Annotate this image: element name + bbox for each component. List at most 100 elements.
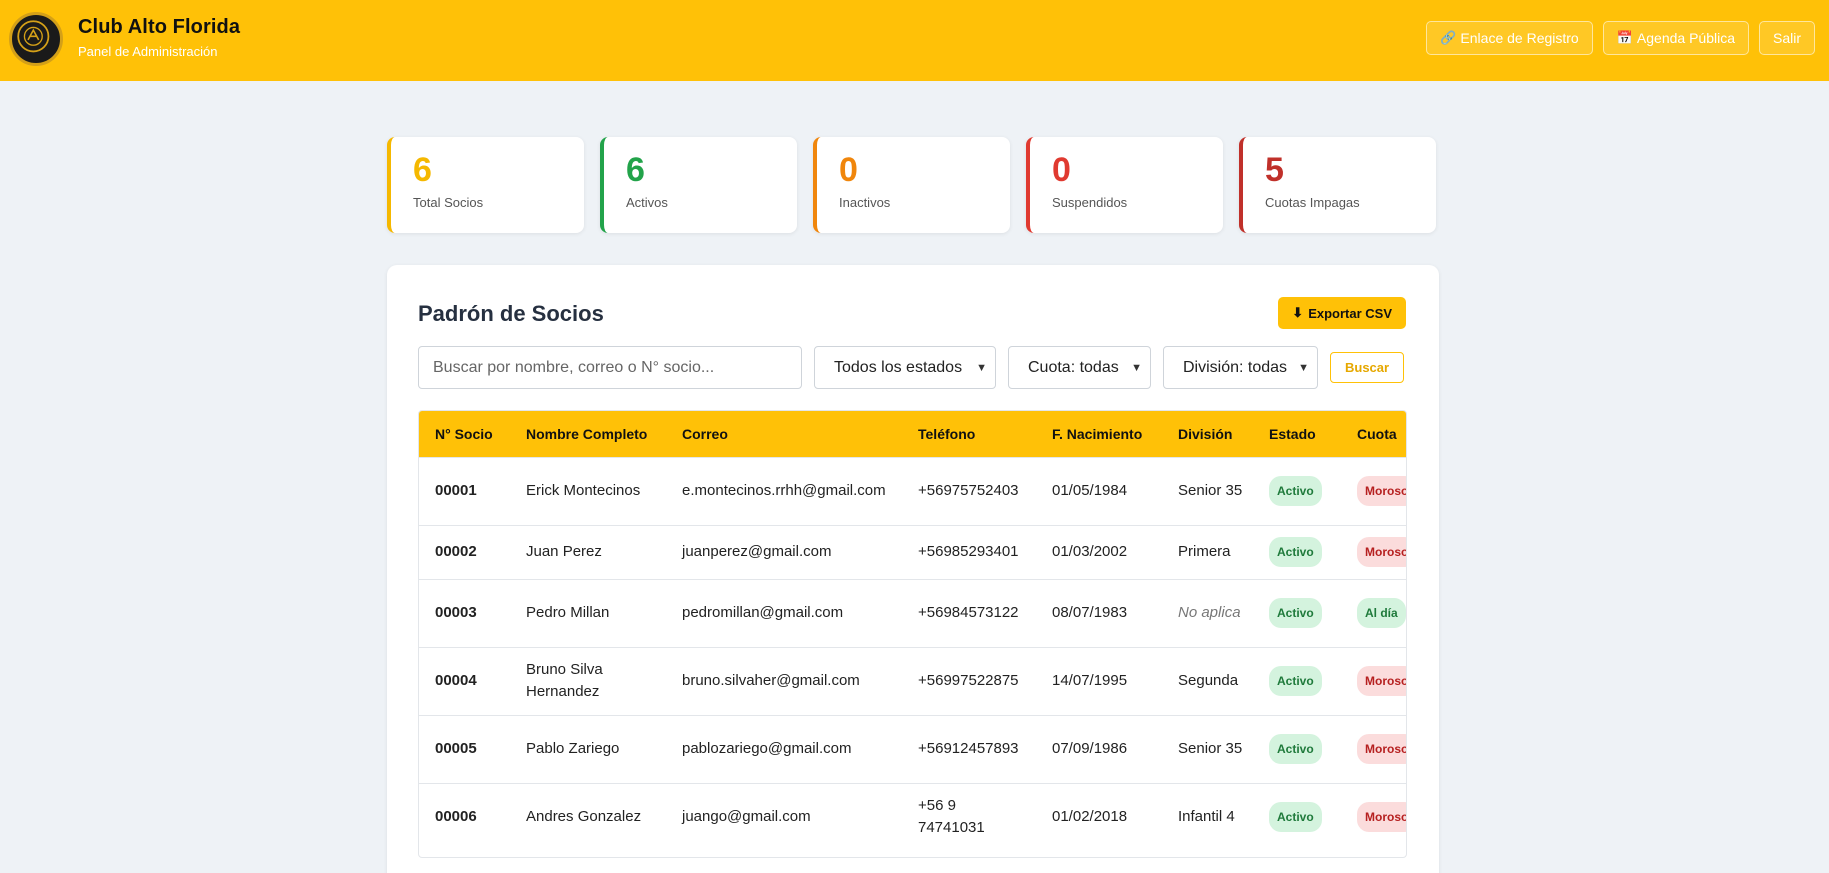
logout-label: Salir [1772,30,1801,46]
table-row[interactable]: 00002 Juan Perez juanperez@gmail.com +56985… [419,524,1406,579]
member-birthdate-cell: 01/02/2018 [1036,782,1162,851]
stat-card-cuotas-impagas: 5 Cuotas Impagas [1239,137,1436,233]
calendar-icon: 📅 [1616,30,1633,45]
member-email-cell: e.montecinos.rrhh@gmail.com [666,456,902,525]
stat-label: Cuotas Impagas [1265,195,1360,211]
estado-badge: Activo [1269,734,1322,764]
member-birthdate-cell: 01/05/1984 [1036,456,1162,525]
table-row[interactable]: 00005 Pablo Zariego pablozariego@gmail.com… [419,714,1406,783]
member-cuota-cell: Al día [1341,578,1406,647]
table-header-row: N° Socio Nombre Completo Correo Teléfono… [419,411,1406,457]
member-estado-cell: Activo [1253,578,1341,647]
table-row[interactable]: 00004 Bruno Silva Hernandez bruno.silvaher… [419,646,1406,715]
stat-label: Activos [626,195,668,211]
export-csv-button[interactable]: ⬇ Exportar CSV [1278,297,1406,329]
chevron-down-icon: ▼ [1298,361,1309,374]
col-header-num[interactable]: N° Socio [419,411,510,457]
member-name-cell: Bruno Silva Hernandez [510,646,666,715]
member-phone-cell: +56985293401 [902,524,1036,579]
chevron-down-icon: ▼ [976,361,987,374]
export-csv-label: Exportar CSV [1308,305,1392,321]
public-agenda-label: Agenda Pública [1636,30,1735,46]
estado-badge: Activo [1269,666,1322,696]
member-birthdate-cell: 08/07/1983 [1036,578,1162,647]
member-name-cell: Andres Gonzalez [510,782,666,851]
member-number-cell: 00001 [419,456,510,525]
member-number-cell: 00003 [419,578,510,647]
member-division-cell: Segunda [1162,646,1253,715]
member-estado-cell: Activo [1253,646,1341,715]
cuota-filter-select[interactable]: Cuota: todas ▼ [1008,346,1151,389]
col-header-estado[interactable]: Estado [1253,411,1341,457]
members-panel: Padrón de Socios ⬇ Exportar CSV Todos lo… [387,265,1439,873]
stat-card-activos: 6 Activos [600,137,797,233]
stat-value: 0 [1052,151,1071,189]
member-number-cell: 00005 [419,714,510,783]
member-phone-cell: +56997522875 [902,646,1036,715]
link-icon: 🔗 [1440,30,1457,45]
registration-link-label: Enlace de Registro [1460,30,1579,46]
member-estado-cell: Activo [1253,714,1341,783]
division-filter-select[interactable]: División: todas ▼ [1163,346,1318,389]
stat-value: 6 [413,151,432,189]
filter-bar: Todos los estados ▼ Cuota: todas ▼ Divis… [418,346,1405,389]
member-number-cell: 00002 [419,524,510,579]
col-header-cuota[interactable]: Cuota [1341,411,1406,457]
stat-label: Inactivos [839,195,891,211]
member-name-cell: Erick Montecinos [510,456,666,525]
member-division-cell: Infantil 4 [1162,782,1253,851]
member-cuota-cell: Moroso [1341,646,1406,715]
col-header-division[interactable]: División [1162,411,1253,457]
panel-title: Padrón de Socios [418,301,604,326]
table-row[interactable]: 00003 Pedro Millan pedromillan@gmail.com +5… [419,578,1406,647]
stat-value: 0 [839,151,858,189]
col-header-phone[interactable]: Teléfono [902,411,1036,457]
app-title: Club Alto Florida [78,16,241,38]
col-header-email[interactable]: Correo [666,411,902,457]
table-row[interactable]: 00001 Erick Montecinos e.montecinos.rrhh@g… [419,456,1406,525]
cuota-badge: Moroso [1357,802,1406,833]
estado-badge: Activo [1269,598,1322,628]
public-agenda-button[interactable]: 📅 Agenda Pública [1602,21,1749,55]
member-phone-cell: +56975752403 [902,456,1036,525]
table-body: 00001 Erick Montecinos e.montecinos.rrhh@g… [419,456,1406,851]
member-email-cell: pedromillan@gmail.com [666,578,902,647]
cuota-badge: Al día [1357,598,1406,628]
member-cuota-cell: Moroso [1341,714,1406,783]
member-birthdate-cell: 07/09/1986 [1036,714,1162,783]
member-email-cell: juanperez@gmail.com [666,524,902,579]
member-name-cell: Juan Perez [510,524,666,579]
registration-link-button[interactable]: 🔗 Enlace de Registro [1426,21,1593,55]
table-row[interactable]: 00006 Andres Gonzalez juango@gmail.com +56 … [419,782,1406,851]
cuota-filter-value: Cuota: todas [1028,358,1119,376]
brand: Club Alto Florida Panel de Administració… [78,16,240,59]
member-name-cell: Pedro Millan [510,578,666,647]
stat-card-total: 6 Total Socios [387,137,584,233]
member-name-cell: Pablo Zariego [510,714,666,783]
header-actions: 🔗 Enlace de Registro 📅 Agenda Pública Sa… [1426,21,1815,55]
member-division-cell: Senior 35 [1162,456,1253,525]
stats-row: 6 Total Socios 6 Activos 0 Inactivos 0 S… [387,137,1436,233]
member-birthdate-cell: 01/03/2002 [1036,524,1162,579]
stat-card-inactivos: 0 Inactivos [813,137,1010,233]
member-email-cell: bruno.silvaher@gmail.com [666,646,902,715]
member-phone-cell: +56912457893 [902,714,1036,783]
search-input[interactable] [418,346,802,389]
members-table-container[interactable]: N° Socio Nombre Completo Correo Teléfono… [418,410,1407,858]
stat-value: 5 [1265,151,1284,189]
col-header-name[interactable]: Nombre Completo [510,411,666,457]
member-cuota-cell: Moroso [1341,456,1406,525]
estado-badge: Activo [1269,537,1322,567]
division-filter-value: División: todas [1183,358,1288,376]
logout-button[interactable]: Salir [1758,21,1815,55]
search-button[interactable]: Buscar [1330,352,1405,383]
member-cuota-cell: Moroso [1341,524,1406,579]
col-header-birth[interactable]: F. Nacimiento [1036,411,1162,457]
member-number-cell: 00004 [419,646,510,715]
stat-label: Total Socios [413,195,484,211]
download-icon: ⬇ [1292,305,1304,320]
estado-filter-select[interactable]: Todos los estados ▼ [814,346,996,389]
member-estado-cell: Activo [1253,782,1341,851]
stat-card-suspendidos: 0 Suspendidos [1026,137,1223,233]
member-phone-cell: +56984573122 [902,578,1036,647]
